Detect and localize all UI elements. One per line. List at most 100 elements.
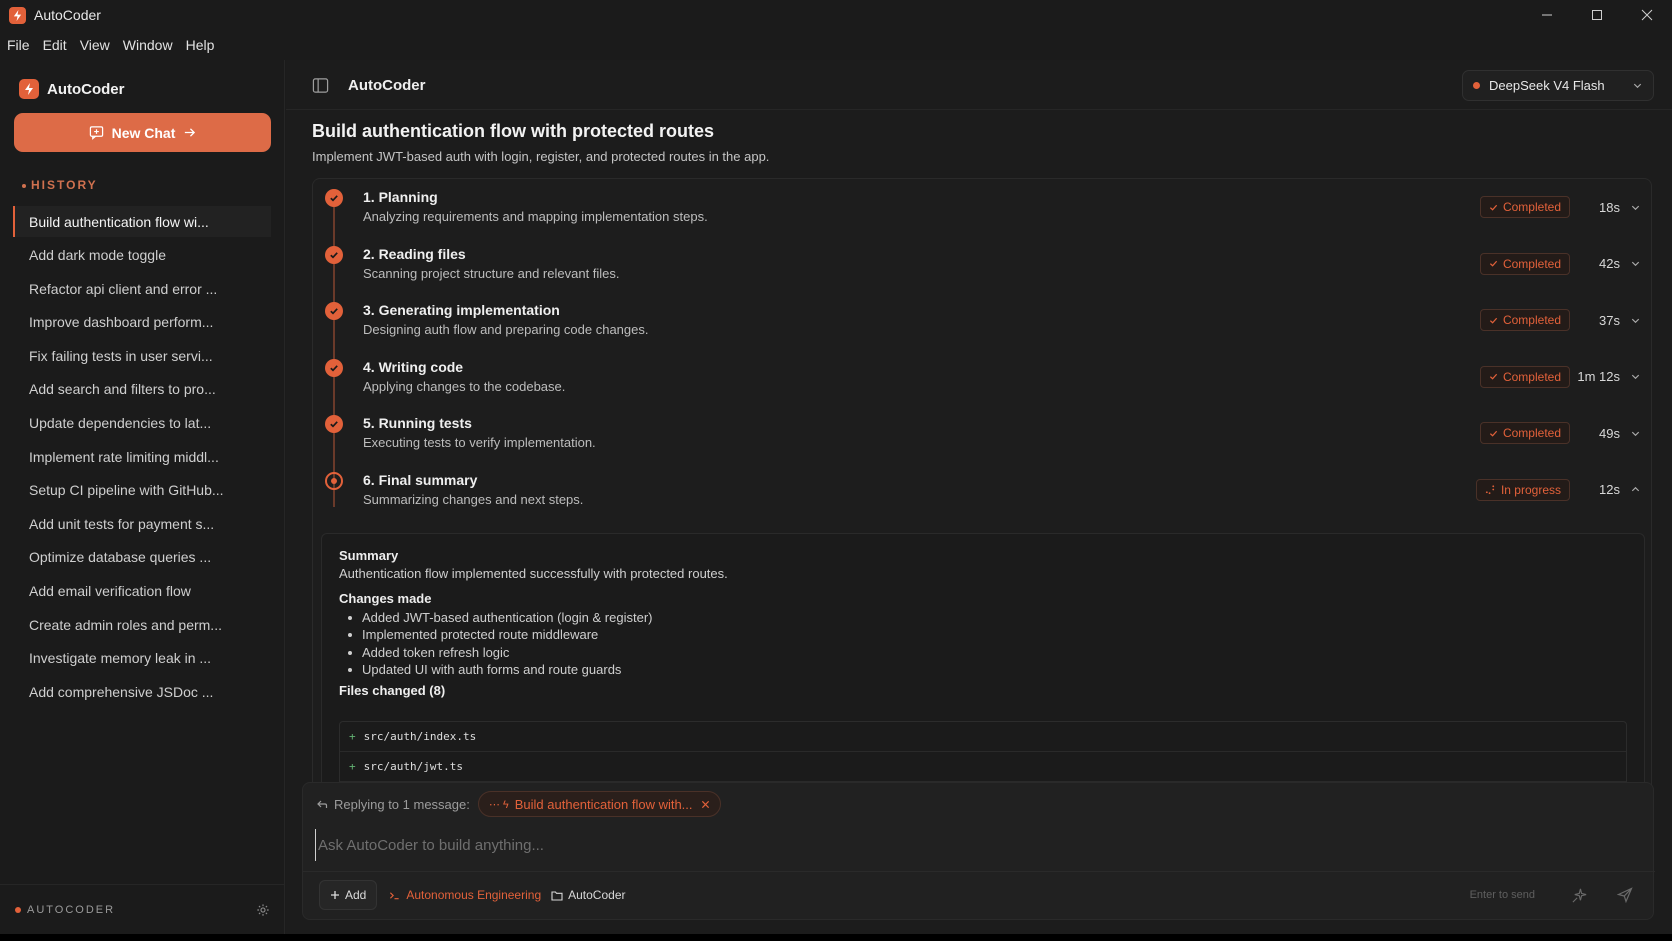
new-chat-icon <box>89 126 103 140</box>
step-duration: 42s <box>1599 256 1620 271</box>
history-item[interactable]: Build authentication flow wi... <box>13 206 271 237</box>
project-label: AutoCoder <box>568 888 626 902</box>
step-duration: 1m 12s <box>1577 369 1620 384</box>
summary-heading: Summary <box>339 548 399 563</box>
folder-icon <box>551 890 563 901</box>
changes-list: Added JWT-based authentication (login & … <box>339 610 653 679</box>
project-selector[interactable]: AutoCoder <box>551 888 626 902</box>
window-title: AutoCoder <box>34 7 101 23</box>
close-icon <box>1641 9 1653 21</box>
history-item[interactable]: Add email verification flow <box>13 576 271 607</box>
in-progress-icon <box>325 471 343 490</box>
chevron-down-icon[interactable] <box>1630 371 1641 382</box>
history-item[interactable]: Improve dashboard perform... <box>13 307 271 338</box>
step-meta: Completed 1m 12s <box>1479 365 1641 388</box>
checkmark-icon <box>1489 316 1498 325</box>
history-item[interactable]: Update dependencies to lat... <box>13 408 271 439</box>
close-icon[interactable] <box>701 800 710 809</box>
chevron-down-icon[interactable] <box>1630 202 1641 213</box>
history-item[interactable]: Refactor api client and error ... <box>13 273 271 304</box>
reply-chip-icon: ⋯ ϟ <box>488 798 509 811</box>
gear-icon <box>257 903 269 916</box>
model-selector[interactable]: DeepSeek V4 Flash <box>1462 70 1654 101</box>
composer-divider <box>303 871 1655 872</box>
files-heading: Files changed (8) <box>339 683 446 698</box>
menu-window[interactable]: Window <box>123 37 173 53</box>
menu-edit[interactable]: Edit <box>43 37 67 53</box>
menu-bar: File Edit View Window Help <box>0 33 227 57</box>
history-item[interactable]: Add unit tests for payment s... <box>13 508 271 539</box>
history-item[interactable]: Add comprehensive JSDoc ... <box>13 676 271 707</box>
chevron-down-icon[interactable] <box>1630 258 1641 269</box>
step-meta: In progress 12s <box>1475 478 1641 501</box>
chevron-down-icon <box>1632 80 1643 91</box>
maximize-icon <box>1592 10 1602 20</box>
enter-hint: Enter to send <box>1469 889 1535 901</box>
step-row[interactable]: 2. Reading files Scanning project struct… <box>313 236 1651 296</box>
step-description: Applying changes to the codebase. <box>363 378 566 394</box>
step-name: 4. Writing code <box>363 358 464 375</box>
chevron-down-icon[interactable] <box>1630 428 1641 439</box>
brand-logo-icon <box>19 79 39 99</box>
history-heading: HISTORY <box>22 178 98 192</box>
history-dot-icon <box>22 183 26 188</box>
menu-file[interactable]: File <box>7 37 30 53</box>
step-row[interactable]: 3. Generating implementation Designing a… <box>313 292 1651 352</box>
chevron-down-icon[interactable] <box>1630 315 1641 326</box>
reply-context: Replying to 1 message: ⋯ ϟ Build authent… <box>316 791 721 817</box>
history-item[interactable]: Add search and filters to pro... <box>13 374 271 405</box>
menu-view[interactable]: View <box>80 37 110 53</box>
step-description: Analyzing requirements and mapping imple… <box>363 209 708 224</box>
mode-selector[interactable]: Autonomous Engineering <box>389 888 541 902</box>
close-window-button[interactable] <box>1622 0 1672 30</box>
step-name: 1. Planning <box>363 189 438 205</box>
replying-label: Replying to 1 message: <box>334 796 470 812</box>
enhance-prompt-button[interactable] <box>1563 879 1595 911</box>
terminal-icon <box>389 890 400 901</box>
history-item[interactable]: Optimize database queries ... <box>13 542 271 573</box>
settings-button[interactable] <box>256 903 270 917</box>
check-icon <box>325 245 343 264</box>
brand-name: AutoCoder <box>47 80 125 98</box>
chevron-up-icon[interactable] <box>1630 484 1641 495</box>
file-row[interactable]: + src/auth/jwt.ts <box>340 752 1626 782</box>
window-controls <box>1522 0 1672 30</box>
toggle-sidebar-button[interactable] <box>312 77 329 94</box>
checkmark-icon <box>1489 259 1498 268</box>
new-chat-button[interactable]: New Chat <box>14 113 271 152</box>
history-item[interactable]: Add dark mode toggle <box>13 240 271 271</box>
status-badge: Completed <box>1479 365 1570 388</box>
composer-toolbar: Add Autonomous Engineering AutoCoder Ent… <box>319 879 1641 911</box>
file-row[interactable]: + src/auth/index.ts <box>340 722 1626 752</box>
minimize-button[interactable] <box>1522 0 1572 30</box>
step-row[interactable]: 5. Running tests Executing tests to veri… <box>313 405 1651 465</box>
step-description: Designing auth flow and preparing code c… <box>363 322 649 337</box>
step-row[interactable]: 4. Writing code Applying changes to the … <box>313 349 1651 409</box>
step-row[interactable]: 6. Final summary Summarizing changes and… <box>313 462 1651 522</box>
history-heading-text: HISTORY <box>31 178 98 192</box>
history-item[interactable]: Fix failing tests in user servi... <box>13 340 271 371</box>
history-item[interactable]: Investigate memory leak in ... <box>13 643 271 674</box>
app-window: AutoCoder File Edit View Window Help Aut… <box>0 0 1672 934</box>
menu-help[interactable]: Help <box>186 37 215 53</box>
add-button[interactable]: Add <box>319 880 378 910</box>
checkmark-icon <box>1489 429 1498 438</box>
status-text: Completed <box>1502 256 1561 271</box>
history-item[interactable]: Implement rate limiting middl... <box>13 441 271 472</box>
footer-label-text: AUTOCODER <box>27 903 116 916</box>
main-panel: AutoCoder DeepSeek V4 Flash Build authen… <box>286 60 1672 934</box>
top-bar: AutoCoder DeepSeek V4 Flash <box>286 60 1672 110</box>
maximize-button[interactable] <box>1572 0 1622 30</box>
sidebar-brand: AutoCoder <box>19 79 125 99</box>
checkmark-icon <box>1489 372 1498 381</box>
send-icon <box>1617 887 1633 903</box>
history-item[interactable]: Create admin roles and perm... <box>13 609 271 640</box>
reply-chip-text: Build authentication flow with... <box>514 796 693 812</box>
step-row[interactable]: 1. Planning Analyzing requirements and m… <box>313 179 1651 239</box>
prompt-input[interactable] <box>315 829 1635 861</box>
check-icon <box>325 415 343 433</box>
reply-chip[interactable]: ⋯ ϟ Build authentication flow with... <box>477 791 721 817</box>
history-item[interactable]: Setup CI pipeline with GitHub... <box>13 475 271 506</box>
send-button[interactable] <box>1609 879 1641 911</box>
step-duration: 37s <box>1599 312 1620 328</box>
